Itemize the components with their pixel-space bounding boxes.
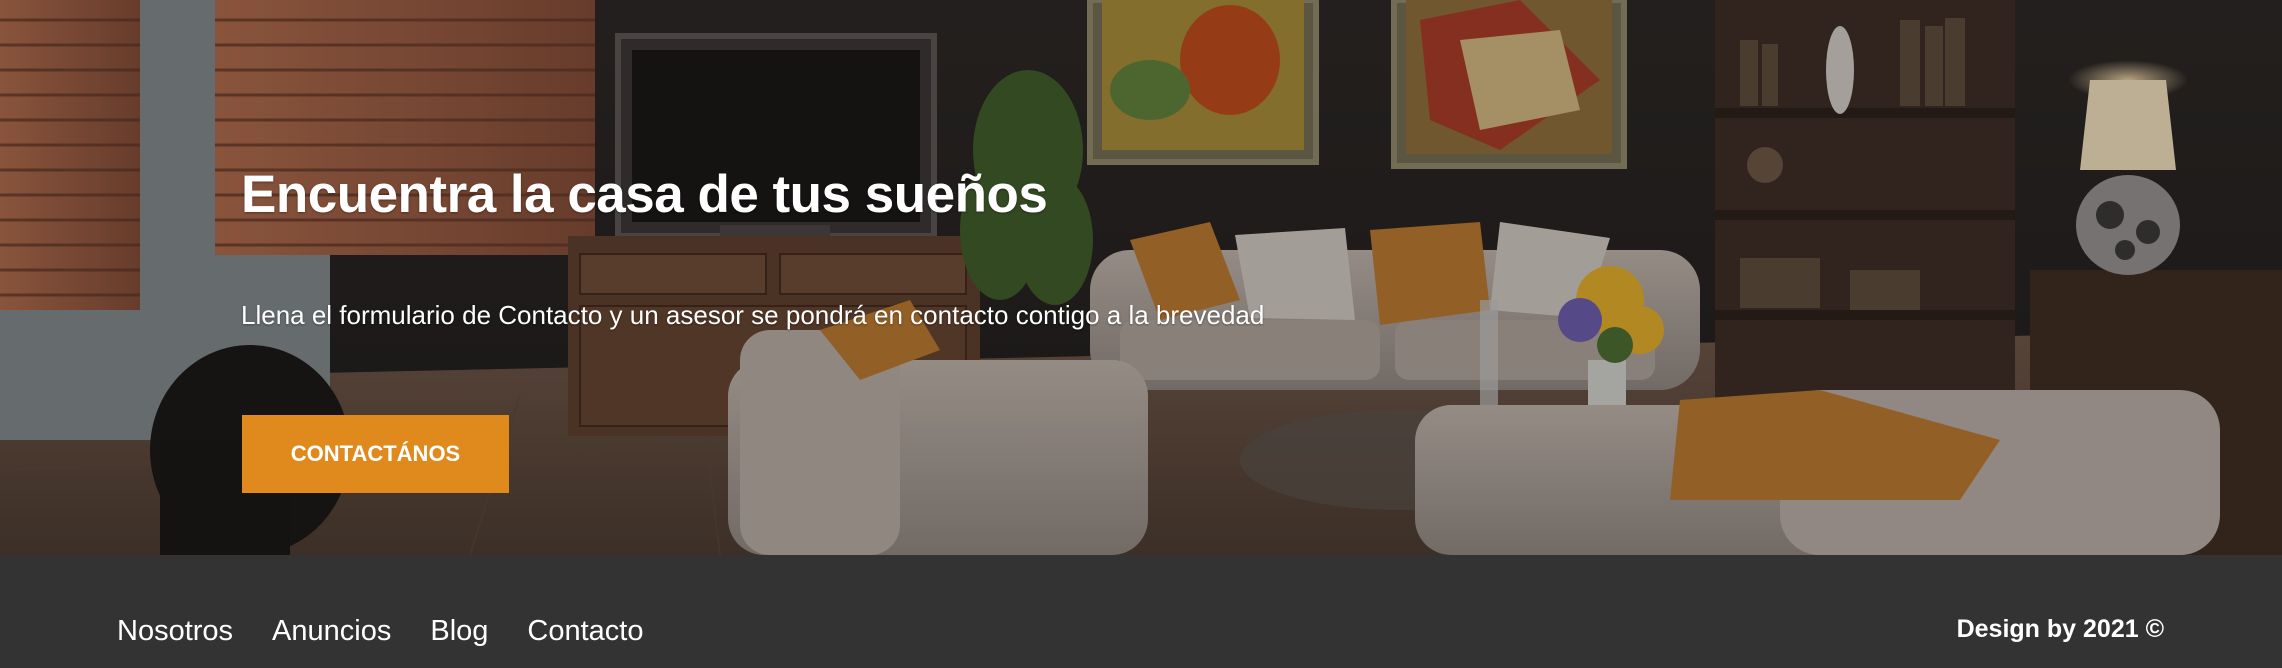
footer-link-anuncios[interactable]: Anuncios [272,615,391,648]
hero-section: Encuentra la casa de tus sueños Llena el… [0,0,2282,555]
footer: Nosotros Anuncios Blog Contacto Design b… [0,555,2282,668]
footer-link-blog[interactable]: Blog [430,615,488,648]
page: Encuentra la casa de tus sueños Llena el… [0,0,2282,668]
footer-link-contacto[interactable]: Contacto [527,615,643,648]
footer-link-nosotros[interactable]: Nosotros [117,615,233,648]
hero-description: Llena el formulario de Contacto y un ase… [241,300,1265,330]
hero-title: Encuentra la casa de tus sueños [241,165,1048,224]
contact-button[interactable]: CONTACTÁNOS [242,415,509,493]
footer-credit: Design by 2021 © [1956,615,2164,643]
footer-nav: Nosotros Anuncios Blog Contacto [117,615,643,648]
